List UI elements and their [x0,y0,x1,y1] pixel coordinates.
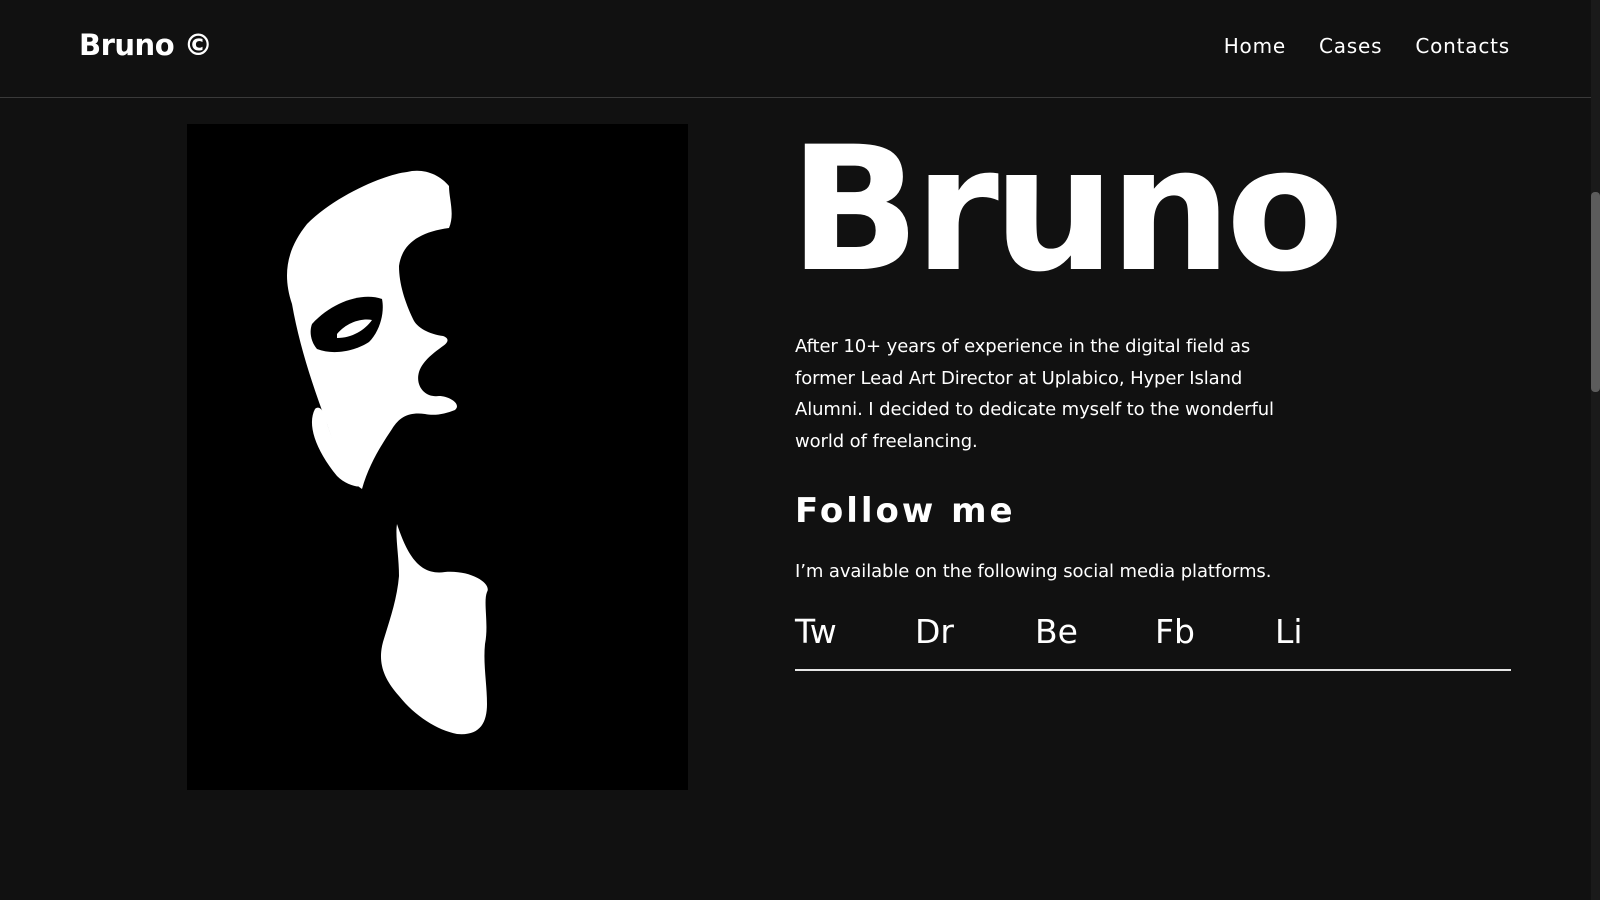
portrait-image [187,124,688,790]
brand-logo[interactable]: Bruno © [79,28,213,62]
social-linkedin-link[interactable]: Li [1275,612,1395,651]
main-content: Bruno After 10+ years of experience in t… [789,120,1511,671]
nav-cases-link[interactable]: Cases [1319,34,1382,58]
social-dribbble-link[interactable]: Dr [915,612,1035,651]
main-nav: Home Cases Contacts [1224,34,1510,58]
hero-title: Bruno [789,109,1344,310]
social-links: Tw Dr Be Fb Li [795,612,1511,671]
nav-home-link[interactable]: Home [1224,34,1286,58]
bio-text: After 10+ years of experience in the dig… [795,336,1274,452]
social-twitter-link[interactable]: Tw [795,612,915,651]
follow-heading: Follow me [795,491,1016,531]
portrait-silhouette-icon [187,124,688,790]
page: Bruno © Home Cases Contacts Bruno After … [0,0,1600,900]
scrollbar-thumb[interactable] [1591,192,1600,392]
social-behance-link[interactable]: Be [1035,612,1155,651]
nav-contacts-link[interactable]: Contacts [1415,34,1510,58]
site-header: Bruno © Home Cases Contacts [0,0,1591,98]
social-description: I’m available on the following social me… [795,561,1272,582]
social-facebook-link[interactable]: Fb [1155,612,1275,651]
page-scrollbar[interactable] [1591,0,1600,900]
